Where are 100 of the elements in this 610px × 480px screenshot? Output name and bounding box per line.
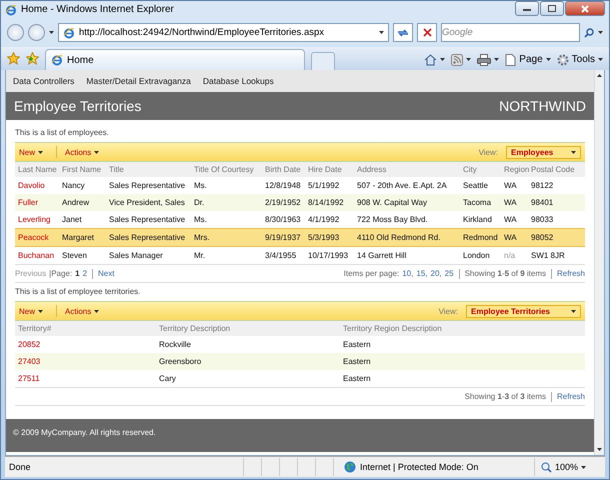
new-button[interactable]: New	[19, 148, 48, 156]
printer-icon[interactable]	[477, 54, 492, 66]
refresh-link[interactable]: Refresh	[556, 392, 585, 401]
column-header[interactable]: First Name	[59, 162, 106, 177]
view-dropdown[interactable]: Employee Territories	[466, 304, 581, 318]
back-button[interactable]	[7, 24, 24, 41]
table-cell: Sales Representative	[106, 211, 191, 228]
refresh-button[interactable]	[393, 23, 413, 42]
caret-icon	[598, 31, 603, 34]
column-header[interactable]: Address	[354, 162, 460, 177]
item-count: Showing 1-3 of 3 items	[464, 392, 546, 401]
column-header[interactable]: Territory Region Description	[340, 321, 585, 336]
record-link[interactable]: Peacock	[15, 228, 59, 246]
zoom-icon	[541, 462, 552, 472]
page-menu[interactable]: Page	[519, 54, 543, 65]
table-cell: Redmond	[460, 228, 501, 246]
separator: ,	[411, 269, 414, 278]
table-cell: n/a	[501, 246, 528, 264]
browser-tab[interactable]: Home	[45, 49, 305, 70]
column-header[interactable]: Birth Date	[262, 162, 305, 177]
table-cell: 507 - 20th Ave. E.Apt. 2A	[354, 177, 460, 194]
page-label: |Page:	[49, 269, 72, 278]
address-field[interactable]: http://localhost:24942/Northwind/EmployeeTerritories.aspx	[58, 23, 389, 42]
table-cell: Rockville	[156, 336, 340, 353]
table-cell: 98122	[528, 177, 585, 194]
page-icon[interactable]	[505, 54, 516, 66]
column-header[interactable]: Last Name	[15, 162, 59, 177]
column-header[interactable]: Territory#	[15, 321, 156, 336]
history-caret-icon	[49, 31, 54, 34]
column-header[interactable]: Postal Code	[528, 162, 585, 177]
tools-menu[interactable]: Tools	[572, 54, 595, 65]
maximize-button[interactable]	[540, 1, 564, 16]
record-link[interactable]: Leverling	[15, 211, 59, 228]
page-size-link[interactable]: 10	[402, 269, 412, 278]
minimize-button[interactable]	[515, 1, 539, 16]
column-header[interactable]: Hire Date	[305, 162, 354, 177]
column-header[interactable]: Territory Description	[156, 321, 340, 336]
column-header[interactable]: Region	[501, 162, 528, 177]
menu-item[interactable]: Data Controllers	[13, 76, 74, 86]
favorites-star-icon[interactable]	[7, 52, 20, 65]
table-cell: Mr.	[191, 246, 262, 264]
scrollbar[interactable]	[594, 70, 604, 455]
feed-icon[interactable]	[451, 54, 464, 66]
gear-icon[interactable]	[556, 54, 569, 66]
record-link[interactable]: 27511	[15, 370, 156, 387]
page-size-link[interactable]: 25	[444, 269, 454, 278]
footer-text: © 2009 MyCompany. All rights reserved.	[6, 419, 594, 452]
table-cell: 8/14/1992	[305, 194, 354, 211]
zoom-control[interactable]: 100%	[534, 458, 605, 476]
menu-item[interactable]: Database Lookups	[202, 76, 274, 86]
menu-item[interactable]: Master/Detail Extravaganza	[86, 76, 191, 86]
table-cell: Cary	[156, 370, 340, 387]
table-cell: 2/19/1952	[262, 194, 305, 211]
caret-icon	[38, 150, 44, 154]
add-favorite-icon[interactable]	[26, 52, 39, 65]
table-cell: 908 W. Capital Way	[354, 194, 460, 211]
page-link[interactable]: 1	[75, 269, 80, 278]
table-cell: Margaret	[59, 228, 106, 246]
column-header[interactable]: City	[460, 162, 501, 177]
security-zone[interactable]: Internet | Protected Mode: On	[360, 462, 478, 472]
stop-button[interactable]	[417, 23, 437, 42]
table-cell: 98401	[528, 194, 585, 211]
globe-icon	[344, 461, 356, 473]
ie-logo-icon	[51, 54, 63, 66]
actions-button[interactable]: Actions	[65, 148, 104, 156]
next-link[interactable]: Next	[98, 269, 114, 278]
close-button[interactable]	[565, 1, 605, 16]
page-size-link[interactable]: 20	[430, 269, 440, 278]
record-link[interactable]: Davolio	[15, 177, 59, 194]
page-size-link[interactable]: 15	[416, 269, 426, 278]
record-link[interactable]: 27403	[15, 353, 156, 370]
table-cell: 9/19/1937	[262, 228, 305, 246]
table-cell: Kirkland	[460, 211, 501, 228]
column-header[interactable]: Title	[106, 162, 191, 177]
table-cell: 3/4/1955	[262, 246, 305, 264]
view-label: View:	[438, 306, 458, 316]
record-link[interactable]: Fuller	[15, 194, 59, 211]
column-header[interactable]: Title Of Courtesy	[191, 162, 262, 177]
caret-icon	[466, 58, 472, 61]
table-cell: Ms.	[191, 177, 262, 194]
close-icon	[581, 4, 589, 12]
maximize-icon	[548, 5, 556, 12]
forward-button[interactable]	[28, 24, 45, 41]
home-icon[interactable]	[424, 54, 438, 66]
caret-icon	[571, 150, 576, 154]
view-dropdown[interactable]: Employees	[506, 146, 581, 158]
actions-button[interactable]: Actions	[65, 306, 104, 316]
table-cell: 4/1/1992	[305, 211, 354, 228]
record-link[interactable]: Buchanan	[15, 246, 59, 264]
record-link[interactable]: 20852	[15, 336, 156, 353]
page-link[interactable]: 2	[82, 269, 88, 278]
caret-icon	[581, 466, 586, 468]
search-field[interactable]: Google	[441, 23, 580, 42]
table-cell: WA	[501, 211, 528, 228]
refresh-link[interactable]: Refresh	[556, 269, 585, 278]
new-button[interactable]: New	[19, 306, 48, 316]
view-label: View:	[478, 148, 498, 156]
table-cell: 98052	[528, 228, 585, 246]
search-icon[interactable]	[584, 28, 594, 38]
ie-logo-icon	[5, 4, 17, 16]
